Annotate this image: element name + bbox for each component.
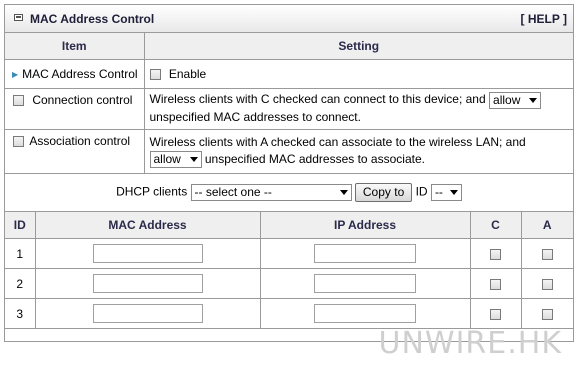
mac-table: ID MAC Address IP Address C A 1 2 3 xyxy=(5,211,573,329)
ip-column-header: IP Address xyxy=(259,211,471,239)
window-icon xyxy=(14,14,23,21)
connection-control-checkbox[interactable] xyxy=(13,94,24,106)
dhcp-clients-value: -- select one -- xyxy=(194,184,272,199)
c-cell xyxy=(469,268,522,299)
mac-address-input[interactable] xyxy=(92,274,203,293)
association-control-setting-cell: Wireless clients with A checked can asso… xyxy=(143,128,573,174)
connection-control-label: Connection control xyxy=(32,92,133,107)
connection-policy-select[interactable]: allow xyxy=(489,91,542,109)
mac-cell xyxy=(34,238,261,269)
id-select[interactable]: -- xyxy=(430,183,462,201)
connection-text-before: Wireless clients with C checked can conn… xyxy=(149,92,486,107)
dhcp-row: DHCP clients -- select one -- Copy to ID… xyxy=(5,172,573,212)
id-select-value: -- xyxy=(434,184,443,199)
enable-checkbox[interactable] xyxy=(149,68,161,80)
id-label: ID xyxy=(415,184,428,199)
a-column-header: A xyxy=(520,211,573,239)
a-cell xyxy=(520,268,573,299)
chevron-down-icon xyxy=(339,189,348,195)
associate-checkbox[interactable] xyxy=(541,308,553,320)
a-cell xyxy=(520,238,573,269)
associate-checkbox[interactable] xyxy=(541,248,553,260)
mac-table-header-row: ID MAC Address IP Address C A xyxy=(5,211,573,239)
mac-address-input[interactable] xyxy=(92,304,203,323)
connection-control-setting-cell: Wireless clients with C checked can conn… xyxy=(143,87,573,130)
mac-cell xyxy=(34,298,261,329)
row-id: 1 xyxy=(5,238,36,269)
association-control-checkbox[interactable] xyxy=(13,135,24,147)
config-table: Item Setting ▶ MAC Address Control Enable… xyxy=(5,33,573,212)
mac-control-row: ▶ MAC Address Control Enable xyxy=(5,58,573,89)
copy-to-button[interactable]: Copy to xyxy=(354,182,413,202)
chevron-down-icon xyxy=(449,189,458,195)
panel-titlebar: MAC Address Control [ HELP ] xyxy=(5,5,573,33)
chevron-down-icon xyxy=(529,97,538,103)
config-header-row: Item Setting xyxy=(5,33,573,60)
table-row: 1 xyxy=(5,238,573,269)
connection-control-row: Connection control Wireless clients with… xyxy=(5,87,573,130)
mac-column-header: MAC Address xyxy=(34,211,261,239)
table-row: 3 xyxy=(5,298,573,329)
association-text-after: unspecified MAC addresses to associate. xyxy=(204,151,425,166)
panel-title: MAC Address Control xyxy=(30,12,155,26)
association-control-label-cell: Association control xyxy=(5,128,145,174)
mac-address-input[interactable] xyxy=(92,244,203,263)
ip-cell xyxy=(259,298,471,329)
mac-control-label-cell: ▶ MAC Address Control xyxy=(5,58,145,89)
id-column-header: ID xyxy=(5,211,36,239)
c-cell xyxy=(469,298,522,329)
setting-header: Setting xyxy=(143,33,573,60)
associate-checkbox[interactable] xyxy=(541,278,553,290)
row-id: 2 xyxy=(5,268,36,299)
a-cell xyxy=(520,298,573,329)
connection-text-after: unspecified MAC addresses to connect. xyxy=(149,109,361,124)
connect-checkbox[interactable] xyxy=(490,248,501,260)
mac-control-setting-cell: Enable xyxy=(143,58,573,89)
ip-address-input[interactable] xyxy=(314,244,416,263)
dhcp-clients-label: DHCP clients xyxy=(116,184,188,199)
c-cell xyxy=(469,238,522,269)
connect-checkbox[interactable] xyxy=(490,308,501,320)
row-id: 3 xyxy=(5,298,36,329)
association-text-before: Wireless clients with A checked can asso… xyxy=(149,134,526,149)
dhcp-clients-select[interactable]: -- select one -- xyxy=(190,183,352,201)
association-control-row: Association control Wireless clients wit… xyxy=(5,128,573,174)
chevron-down-icon xyxy=(189,157,198,163)
ip-address-input[interactable] xyxy=(314,304,416,323)
help-link[interactable]: [ HELP ] xyxy=(521,12,567,26)
enable-label: Enable xyxy=(168,66,207,81)
connect-checkbox[interactable] xyxy=(490,278,501,290)
association-control-label: Association control xyxy=(29,133,131,148)
mac-control-label: MAC Address Control xyxy=(22,66,138,81)
mac-address-control-panel: MAC Address Control [ HELP ] Item Settin… xyxy=(4,4,574,342)
connection-policy-value: allow xyxy=(493,92,521,107)
dhcp-cell: DHCP clients -- select one -- Copy to ID… xyxy=(5,172,573,212)
watermark: UNWIRE.HK xyxy=(378,326,562,361)
ip-address-input[interactable] xyxy=(314,274,416,293)
item-header: Item xyxy=(5,33,145,60)
ip-cell xyxy=(259,238,471,269)
association-policy-value: allow xyxy=(153,152,181,167)
ip-cell xyxy=(259,268,471,299)
bullet-arrow-icon: ▶ xyxy=(12,69,19,79)
connection-control-label-cell: Connection control xyxy=(5,87,145,130)
c-column-header: C xyxy=(469,211,522,239)
association-policy-select[interactable]: allow xyxy=(149,151,202,169)
mac-cell xyxy=(34,268,261,299)
table-row: 2 xyxy=(5,268,573,299)
